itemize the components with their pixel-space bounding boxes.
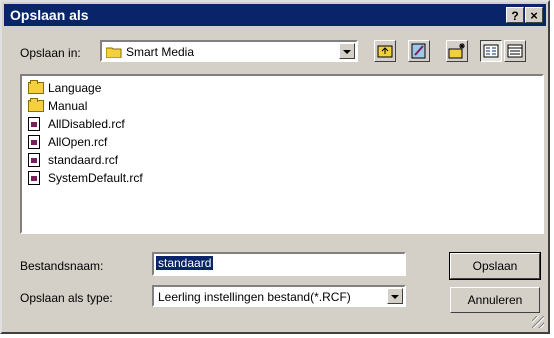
rcf-file-icon [28, 171, 40, 185]
dialog-title: Opslaan als [10, 7, 89, 23]
list-view-button[interactable] [480, 40, 502, 62]
list-view-icon [483, 44, 499, 58]
favorites-icon [411, 43, 426, 59]
close-button[interactable]: × [525, 7, 543, 23]
up-one-level-button[interactable] [374, 40, 396, 62]
location-label: Opslaan in: [20, 46, 81, 60]
details-view-button[interactable] [504, 40, 526, 62]
cancel-button[interactable]: Annuleren [450, 287, 540, 313]
file-list[interactable]: Language Manual AllDisabled.rcf AllOpen.… [20, 74, 544, 234]
file-name: AllOpen.rcf [48, 135, 108, 149]
rcf-file-icon [28, 153, 40, 167]
folder-icon [28, 98, 44, 112]
resize-grip[interactable] [532, 316, 544, 328]
new-folder-button[interactable] [446, 40, 468, 62]
up-one-level-icon [377, 45, 393, 58]
favorites-button[interactable] [408, 40, 430, 62]
file-name: Manual [48, 99, 88, 113]
save-button[interactable]: Opslaan [449, 252, 541, 280]
rcf-file-icon [28, 117, 40, 131]
file-name: AllDisabled.rcf [48, 117, 125, 131]
chevron-down-icon[interactable] [339, 43, 355, 59]
location-value: Smart Media [126, 45, 195, 59]
filetype-label: Opslaan als type: [20, 291, 113, 305]
filetype-combo[interactable]: Leerling instellingen bestand(*.RCF) [152, 285, 406, 307]
rcf-file-icon [28, 135, 40, 149]
details-view-icon [507, 44, 523, 58]
help-button[interactable]: ? [506, 7, 524, 23]
location-combo[interactable]: Smart Media [100, 40, 358, 62]
filename-label: Bestandsnaam: [20, 259, 104, 273]
file-name: standaard.rcf [48, 153, 119, 167]
new-folder-icon [448, 43, 465, 59]
filename-value: standaard [156, 256, 214, 270]
file-name: SystemDefault.rcf [48, 171, 143, 185]
folder-icon [105, 46, 122, 59]
filetype-value: Leerling instellingen bestand(*.RCF) [158, 290, 351, 304]
folder-icon [28, 80, 44, 94]
title-bar[interactable]: Opslaan als ? × [4, 4, 546, 26]
chevron-down-icon[interactable] [387, 288, 403, 304]
filename-field[interactable]: standaard [152, 252, 406, 276]
file-name: Language [48, 81, 102, 95]
save-as-dialog: Opslaan als ? × Opslaan in: Smart Media … [0, 0, 550, 334]
